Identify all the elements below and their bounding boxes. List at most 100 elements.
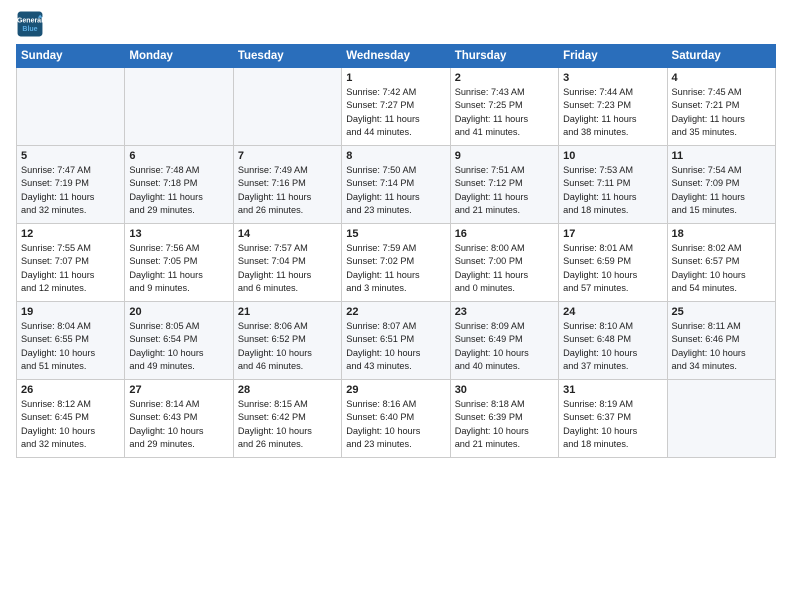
week-row-2: 5 Sunrise: 7:47 AM Sunset: 7:19 PM Daylig…: [17, 146, 776, 224]
logo-icon: General Blue: [16, 10, 44, 38]
weekday-header-thursday: Thursday: [450, 45, 558, 68]
day-info: Sunrise: 8:16 AM Sunset: 6:40 PM Dayligh…: [346, 398, 445, 451]
calendar-cell: 4 Sunrise: 7:45 AM Sunset: 7:21 PM Daylig…: [667, 68, 775, 146]
day-number: 23: [455, 306, 554, 318]
day-number: 31: [563, 384, 662, 396]
day-info: Sunrise: 8:02 AM Sunset: 6:57 PM Dayligh…: [672, 242, 771, 295]
day-number: 28: [238, 384, 337, 396]
weekday-header-sunday: Sunday: [17, 45, 125, 68]
day-info: Sunrise: 7:57 AM Sunset: 7:04 PM Dayligh…: [238, 242, 337, 295]
day-info: Sunrise: 8:15 AM Sunset: 6:42 PM Dayligh…: [238, 398, 337, 451]
day-info: Sunrise: 7:59 AM Sunset: 7:02 PM Dayligh…: [346, 242, 445, 295]
calendar-cell: 2 Sunrise: 7:43 AM Sunset: 7:25 PM Daylig…: [450, 68, 558, 146]
page-container: General Blue SundayMondayTuesdayWednesda…: [0, 0, 792, 466]
day-info: Sunrise: 7:50 AM Sunset: 7:14 PM Dayligh…: [346, 164, 445, 217]
day-info: Sunrise: 8:19 AM Sunset: 6:37 PM Dayligh…: [563, 398, 662, 451]
day-number: 17: [563, 228, 662, 240]
day-number: 3: [563, 72, 662, 84]
day-info: Sunrise: 8:10 AM Sunset: 6:48 PM Dayligh…: [563, 320, 662, 373]
day-number: 7: [238, 150, 337, 162]
day-info: Sunrise: 8:00 AM Sunset: 7:00 PM Dayligh…: [455, 242, 554, 295]
calendar-cell: 14 Sunrise: 7:57 AM Sunset: 7:04 PM Dayli…: [233, 224, 341, 302]
day-number: 4: [672, 72, 771, 84]
day-number: 2: [455, 72, 554, 84]
calendar-cell: 23 Sunrise: 8:09 AM Sunset: 6:49 PM Dayli…: [450, 302, 558, 380]
day-number: 21: [238, 306, 337, 318]
day-info: Sunrise: 7:44 AM Sunset: 7:23 PM Dayligh…: [563, 86, 662, 139]
day-number: 10: [563, 150, 662, 162]
calendar-cell: 8Sunrise: 7:50 AM Sunset: 7:14 PM Daylig…: [342, 146, 450, 224]
day-info: Sunrise: 8:05 AM Sunset: 6:54 PM Dayligh…: [129, 320, 228, 373]
day-info: Sunrise: 7:47 AM Sunset: 7:19 PM Dayligh…: [21, 164, 120, 217]
calendar-cell: 9Sunrise: 7:51 AM Sunset: 7:12 PM Daylig…: [450, 146, 558, 224]
day-number: 6: [129, 150, 228, 162]
weekday-header-friday: Friday: [559, 45, 667, 68]
calendar-cell: 27 Sunrise: 8:14 AM Sunset: 6:43 PM Dayli…: [125, 380, 233, 458]
weekday-header-saturday: Saturday: [667, 45, 775, 68]
calendar-cell: 19Sunrise: 8:04 AM Sunset: 6:55 PM Dayli…: [17, 302, 125, 380]
day-info: Sunrise: 7:56 AM Sunset: 7:05 PM Dayligh…: [129, 242, 228, 295]
calendar-cell: 3 Sunrise: 7:44 AM Sunset: 7:23 PM Daylig…: [559, 68, 667, 146]
day-number: 27: [129, 384, 228, 396]
day-info: Sunrise: 7:45 AM Sunset: 7:21 PM Dayligh…: [672, 86, 771, 139]
calendar-cell: 18 Sunrise: 8:02 AM Sunset: 6:57 PM Dayli…: [667, 224, 775, 302]
day-info: Sunrise: 8:04 AM Sunset: 6:55 PM Dayligh…: [21, 320, 120, 373]
calendar-cell: 6Sunrise: 7:48 AM Sunset: 7:18 PM Daylig…: [125, 146, 233, 224]
day-info: Sunrise: 8:11 AM Sunset: 6:46 PM Dayligh…: [672, 320, 771, 373]
calendar-cell: 12 Sunrise: 7:55 AM Sunset: 7:07 PM Dayli…: [17, 224, 125, 302]
weekday-header-wednesday: Wednesday: [342, 45, 450, 68]
day-info: Sunrise: 8:12 AM Sunset: 6:45 PM Dayligh…: [21, 398, 120, 451]
day-info: Sunrise: 7:51 AM Sunset: 7:12 PM Dayligh…: [455, 164, 554, 217]
calendar-cell: 1Sunrise: 7:42 AM Sunset: 7:27 PM Daylig…: [342, 68, 450, 146]
weekday-header-row: SundayMondayTuesdayWednesdayThursdayFrid…: [17, 45, 776, 68]
week-row-3: 12 Sunrise: 7:55 AM Sunset: 7:07 PM Dayli…: [17, 224, 776, 302]
day-number: 24: [563, 306, 662, 318]
day-number: 26: [21, 384, 120, 396]
week-row-4: 19Sunrise: 8:04 AM Sunset: 6:55 PM Dayli…: [17, 302, 776, 380]
weekday-header-monday: Monday: [125, 45, 233, 68]
calendar-cell: 28 Sunrise: 8:15 AM Sunset: 6:42 PM Dayli…: [233, 380, 341, 458]
svg-text:General: General: [17, 17, 43, 24]
calendar-cell: [233, 68, 341, 146]
day-number: 22: [346, 306, 445, 318]
day-number: 30: [455, 384, 554, 396]
calendar-cell: 30 Sunrise: 8:18 AM Sunset: 6:39 PM Dayli…: [450, 380, 558, 458]
calendar-cell: 21Sunrise: 8:06 AM Sunset: 6:52 PM Dayli…: [233, 302, 341, 380]
day-number: 11: [672, 150, 771, 162]
calendar-cell: 7 Sunrise: 7:49 AM Sunset: 7:16 PM Daylig…: [233, 146, 341, 224]
header: General Blue: [16, 10, 776, 38]
day-number: 13: [129, 228, 228, 240]
week-row-1: 1Sunrise: 7:42 AM Sunset: 7:27 PM Daylig…: [17, 68, 776, 146]
calendar-table: SundayMondayTuesdayWednesdayThursdayFrid…: [16, 44, 776, 458]
calendar-cell: 22Sunrise: 8:07 AM Sunset: 6:51 PM Dayli…: [342, 302, 450, 380]
day-number: 5: [21, 150, 120, 162]
calendar-cell: [17, 68, 125, 146]
day-info: Sunrise: 8:09 AM Sunset: 6:49 PM Dayligh…: [455, 320, 554, 373]
day-info: Sunrise: 7:54 AM Sunset: 7:09 PM Dayligh…: [672, 164, 771, 217]
week-row-5: 26 Sunrise: 8:12 AM Sunset: 6:45 PM Dayli…: [17, 380, 776, 458]
calendar-cell: 31 Sunrise: 8:19 AM Sunset: 6:37 PM Dayli…: [559, 380, 667, 458]
day-info: Sunrise: 7:43 AM Sunset: 7:25 PM Dayligh…: [455, 86, 554, 139]
day-info: Sunrise: 7:55 AM Sunset: 7:07 PM Dayligh…: [21, 242, 120, 295]
day-number: 20: [129, 306, 228, 318]
day-info: Sunrise: 7:49 AM Sunset: 7:16 PM Dayligh…: [238, 164, 337, 217]
day-info: Sunrise: 7:42 AM Sunset: 7:27 PM Dayligh…: [346, 86, 445, 139]
day-info: Sunrise: 7:53 AM Sunset: 7:11 PM Dayligh…: [563, 164, 662, 217]
day-info: Sunrise: 8:18 AM Sunset: 6:39 PM Dayligh…: [455, 398, 554, 451]
calendar-cell: 10 Sunrise: 7:53 AM Sunset: 7:11 PM Dayli…: [559, 146, 667, 224]
weekday-header-tuesday: Tuesday: [233, 45, 341, 68]
calendar-cell: 17Sunrise: 8:01 AM Sunset: 6:59 PM Dayli…: [559, 224, 667, 302]
day-number: 14: [238, 228, 337, 240]
day-number: 12: [21, 228, 120, 240]
calendar-cell: 5 Sunrise: 7:47 AM Sunset: 7:19 PM Daylig…: [17, 146, 125, 224]
calendar-cell: 16 Sunrise: 8:00 AM Sunset: 7:00 PM Dayli…: [450, 224, 558, 302]
calendar-cell: 24 Sunrise: 8:10 AM Sunset: 6:48 PM Dayli…: [559, 302, 667, 380]
calendar-cell: 15Sunrise: 7:59 AM Sunset: 7:02 PM Dayli…: [342, 224, 450, 302]
day-info: Sunrise: 8:14 AM Sunset: 6:43 PM Dayligh…: [129, 398, 228, 451]
calendar-cell: 20 Sunrise: 8:05 AM Sunset: 6:54 PM Dayli…: [125, 302, 233, 380]
day-number: 18: [672, 228, 771, 240]
svg-text:Blue: Blue: [22, 26, 37, 33]
day-number: 16: [455, 228, 554, 240]
calendar-cell: 11 Sunrise: 7:54 AM Sunset: 7:09 PM Dayli…: [667, 146, 775, 224]
calendar-cell: [667, 380, 775, 458]
